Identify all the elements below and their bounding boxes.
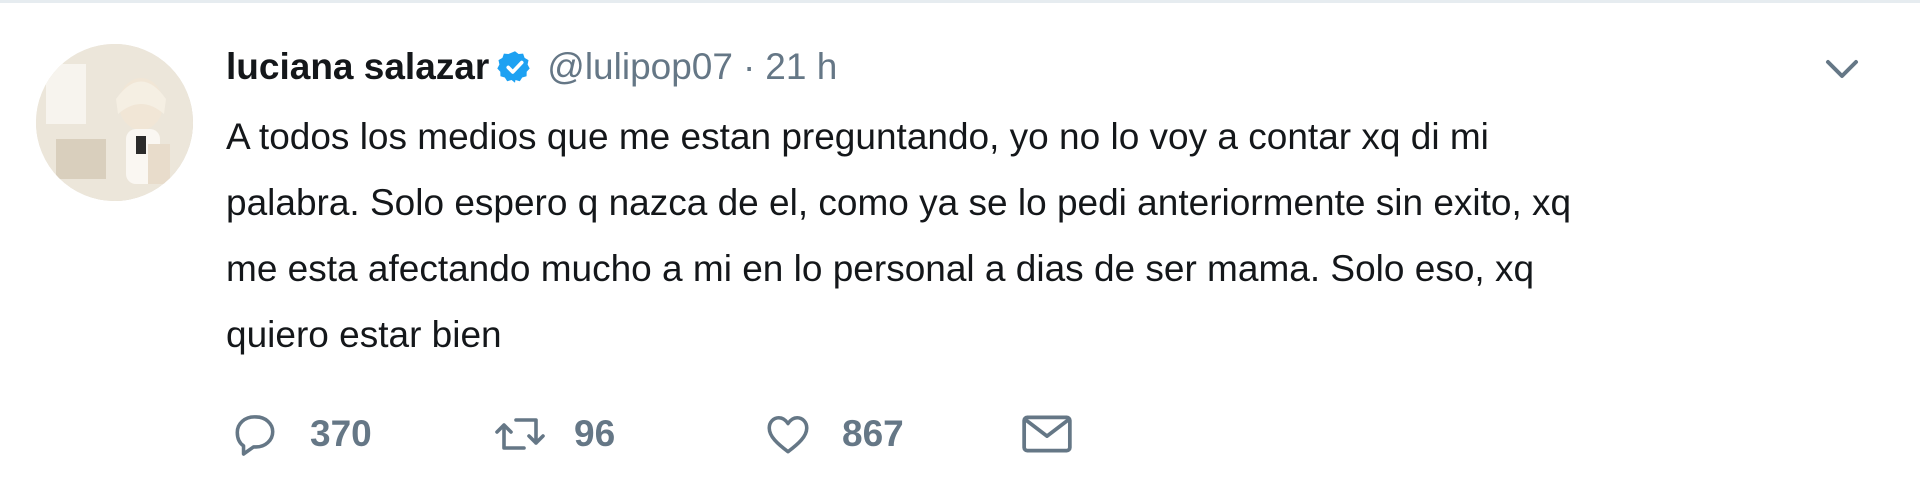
retweet-count: 96 xyxy=(574,413,616,454)
envelope-icon xyxy=(1022,415,1072,453)
like-button[interactable]: 867 xyxy=(762,404,904,464)
verified-badge-icon xyxy=(497,49,533,85)
tweet-text-line: A todos los medios que me estan pregunta… xyxy=(226,116,1489,157)
separator-dot: · xyxy=(742,46,756,87)
timestamp[interactable]: 21 h xyxy=(765,46,837,88)
tweet-text-line: quiero estar bien xyxy=(226,314,502,355)
tweet-text: A todos los medios que me estan pregunta… xyxy=(226,104,1886,368)
tweet[interactable]: luciana salazar @lulipop07 · 21 h A todo… xyxy=(0,0,1920,489)
author-handle[interactable]: @lulipop07 xyxy=(547,46,733,88)
author-name[interactable]: luciana salazar xyxy=(226,46,489,88)
chevron-down-icon[interactable] xyxy=(1822,54,1862,84)
tweet-header: luciana salazar @lulipop07 · 21 h xyxy=(226,42,837,92)
direct-message-button[interactable] xyxy=(1020,404,1074,464)
reply-count: 370 xyxy=(310,413,372,454)
tweet-actions: 370 96 867 xyxy=(226,404,1526,464)
tweet-text-line: me esta afectando mucho a mi en lo perso… xyxy=(226,248,1535,289)
retweet-button[interactable]: 96 xyxy=(492,404,615,464)
avatar[interactable] xyxy=(36,44,193,201)
like-count: 867 xyxy=(842,413,904,454)
avatar-image xyxy=(36,44,193,201)
reply-button[interactable]: 370 xyxy=(230,404,372,464)
tweet-text-line: palabra. Solo espero q nazca de el, como… xyxy=(226,182,1572,223)
heart-icon xyxy=(767,415,809,454)
retweet-icon xyxy=(495,418,545,450)
reply-icon xyxy=(235,415,275,456)
